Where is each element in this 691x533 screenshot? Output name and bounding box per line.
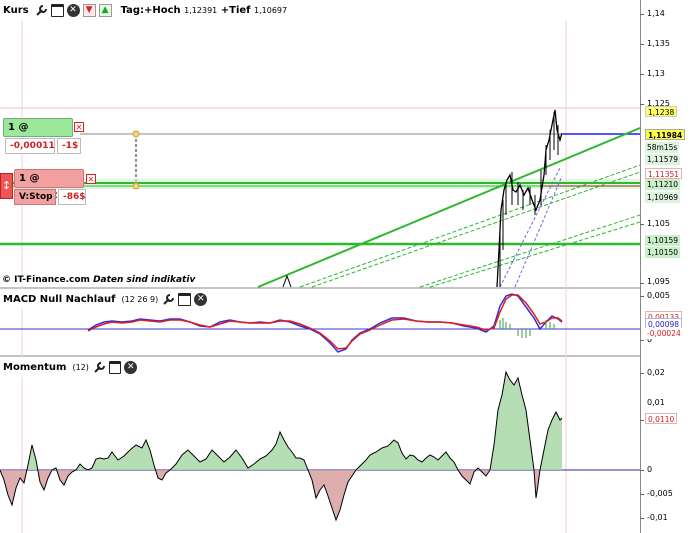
close-icon[interactable]: ✕ — [194, 292, 208, 306]
wrench-icon[interactable] — [93, 361, 106, 374]
wrench-icon[interactable] — [162, 293, 175, 306]
mom-tick: 0 — [647, 465, 653, 474]
macd-params: (12 26 9) — [121, 294, 159, 304]
long-money: -1$ — [57, 138, 81, 154]
support-tag-1: 1,10159 — [645, 235, 681, 246]
support-tag-2: 1,10150 — [645, 247, 681, 258]
attribution: © IT-Finance.com Daten sind indikativ — [2, 275, 196, 285]
stop-position-label[interactable]: 1 @ 1,11128 — [14, 169, 84, 201]
down-arrow-icon[interactable]: ▼ — [82, 3, 96, 17]
close-icon[interactable]: ✕ — [66, 3, 80, 17]
mom-tick: -0,01 — [647, 513, 668, 522]
close-icon[interactable]: ✕ — [124, 360, 137, 374]
momentum-title: Momentum — [3, 361, 67, 373]
mom-tick: -0,005 — [647, 489, 673, 498]
long-pnl: -0,00011 — [5, 138, 55, 154]
high-tag: 1,1238 — [645, 106, 678, 117]
momentum-params: (12) — [72, 362, 89, 372]
red-level-tag: 1,11351 — [645, 168, 683, 179]
window-icon[interactable] — [50, 3, 64, 17]
stop-level-tag: 1,11210 — [645, 179, 681, 190]
price-tick: 1,135 — [647, 39, 670, 48]
window-icon[interactable] — [108, 360, 122, 374]
stop-money: -86$ — [58, 189, 86, 205]
trend-tag-1: 1,11579 — [645, 154, 681, 165]
momentum-panel-header: Momentum (12) ✕ — [0, 357, 140, 377]
window-icon[interactable] — [178, 292, 192, 306]
close-stop-icon[interactable]: ✕ — [86, 174, 96, 184]
long-position-label[interactable]: 1 @ 1,11991 — [3, 118, 73, 150]
macd-tick: 0,005 — [647, 291, 670, 300]
wrench-icon[interactable] — [35, 4, 48, 17]
price-tick: 1,13 — [647, 69, 665, 78]
momentum-value-tag: 0,0110 — [645, 413, 678, 424]
macd-panel-header: MACD Null Nachlauf (12 26 9) ✕ — [0, 289, 240, 309]
drag-stop-icon[interactable]: ↕ — [0, 173, 13, 199]
price-tick: 1,14 — [647, 9, 665, 18]
macd-hist-tag: -0,00024 — [645, 328, 683, 339]
last-price-tag: 1,11984 — [645, 129, 686, 140]
chart-canvas[interactable] — [0, 0, 691, 533]
day-high-label: Tag:+Hoch 1,12391 +Tief 1,10697 — [120, 4, 288, 16]
up-arrow-icon[interactable]: ▲ — [98, 3, 112, 17]
price-tick: 1,105 — [647, 219, 670, 228]
price-panel-header: Kurs ✕ ▼ ▲ Tag:+Hoch 1,12391 +Tief 1,106… — [0, 0, 640, 20]
mom-tick: 0,02 — [647, 368, 665, 377]
panel-title: Kurs — [3, 4, 29, 16]
price-tick: 1,095 — [647, 277, 670, 286]
mom-tick: 0,01 — [647, 398, 665, 407]
macd-title: MACD Null Nachlauf — [3, 293, 116, 305]
countdown-tag: 58m15s — [645, 142, 680, 153]
price-axis[interactable] — [640, 0, 691, 533]
trend-tag-3: 1,10969 — [645, 192, 681, 203]
close-position-icon[interactable]: ✕ — [74, 122, 84, 132]
stop-type: V:Stop — [14, 189, 56, 205]
